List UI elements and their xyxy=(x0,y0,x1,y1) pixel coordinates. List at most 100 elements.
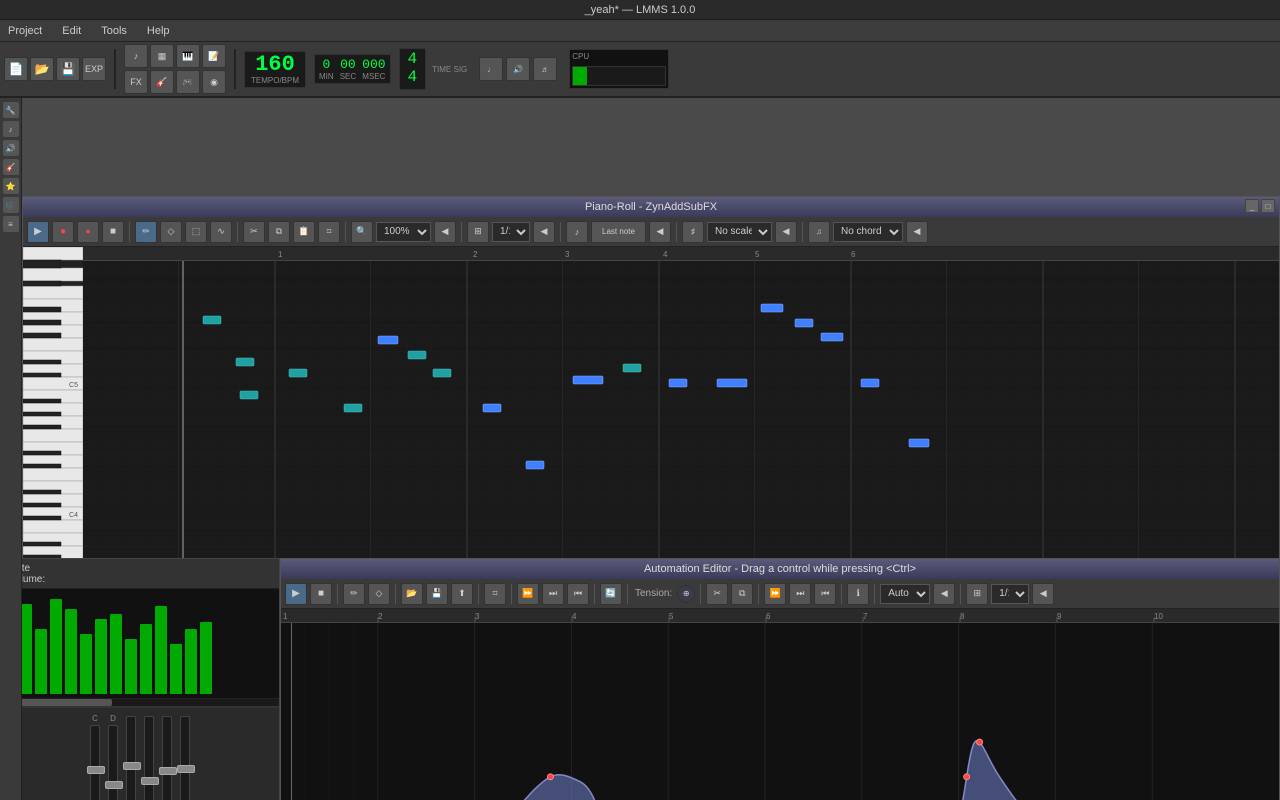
vol-scrollbar[interactable] xyxy=(1,699,279,707)
pr-glue-btn[interactable]: ⌗ xyxy=(318,221,340,243)
pr-quantize-dec[interactable]: ◀ xyxy=(533,221,555,243)
open-project-btn[interactable]: 📂 xyxy=(30,57,54,81)
volume-bars-area[interactable] xyxy=(1,589,279,699)
auto-copy-btn[interactable]: ⧉ xyxy=(731,583,753,605)
note-grid[interactable]: 1 2 3 4 5 6 xyxy=(83,247,1279,575)
pr-chord-select[interactable]: No chord Major Minor xyxy=(833,222,903,242)
timesig-display[interactable]: 4 4 xyxy=(399,48,427,89)
project-notes-btn[interactable]: 📝 xyxy=(202,44,226,68)
master-pitch[interactable]: ♬ xyxy=(533,57,557,81)
automation-graph[interactable] xyxy=(281,623,1279,800)
pr-last-note-btn[interactable]: Last note xyxy=(591,221,646,243)
pr-zoom-btn[interactable]: 🔍 xyxy=(351,221,373,243)
timesig-label: TIME SIG xyxy=(432,65,467,74)
grid-area[interactable] xyxy=(83,261,1279,575)
window-maximize-btn[interactable]: □ xyxy=(1261,199,1275,213)
auto-start-btn[interactable]: ⏮ xyxy=(567,583,589,605)
sidebar-icon-5[interactable]: ⭐ xyxy=(3,178,19,194)
pr-select-btn[interactable]: ⬚ xyxy=(185,221,207,243)
fader-handle-0[interactable] xyxy=(87,766,105,774)
song-editor-btn[interactable]: ♪ xyxy=(124,44,148,68)
window-minimize-btn[interactable]: _ xyxy=(1245,199,1259,213)
pr-copy-btn[interactable]: ⧉ xyxy=(268,221,290,243)
sidebar-icon-4[interactable]: 🎸 xyxy=(3,159,19,175)
sidebar-icon-3[interactable]: 🔊 xyxy=(3,140,19,156)
fader-handle-2[interactable] xyxy=(123,762,141,770)
auto-quantize-select[interactable]: 1/16 1/8 1/4 xyxy=(991,584,1029,604)
auto-mode-select[interactable]: Auto Linear Cubic xyxy=(880,584,930,604)
fader-track-5[interactable] xyxy=(180,716,190,800)
auto-forward2-btn[interactable]: ⏩ xyxy=(764,583,786,605)
beat-bassline-btn[interactable]: ▦ xyxy=(150,44,174,68)
auto-start2-btn[interactable]: ⏮ xyxy=(814,583,836,605)
auto-export-btn[interactable]: ⬆ xyxy=(451,583,473,605)
pr-stop-btn[interactable]: ■ xyxy=(102,221,124,243)
controllers-btn[interactable]: 🎮 xyxy=(176,70,200,94)
auto-paste-btn[interactable]: ⌗ xyxy=(484,583,506,605)
auto-info-btn[interactable]: ℹ xyxy=(847,583,869,605)
pr-scale-select[interactable]: No scale Major Minor xyxy=(707,222,772,242)
sidebar-icon-2[interactable]: ♪ xyxy=(3,121,19,137)
fx-mixer-btn[interactable]: FX xyxy=(124,70,148,94)
auto-cut-btn[interactable]: ✂ xyxy=(706,583,728,605)
fader-track-1[interactable] xyxy=(108,725,118,800)
pr-erase-btn[interactable]: ◇ xyxy=(160,221,182,243)
menu-tools[interactable]: Tools xyxy=(97,23,131,39)
toolbar-mode-buttons: ♪ ▦ 🎹 📝 FX 🎸 🎮 ◉ xyxy=(124,44,226,94)
menu-help[interactable]: Help xyxy=(143,23,174,39)
instruments-btn[interactable]: 🎸 xyxy=(150,70,174,94)
pr-zoom-dec[interactable]: ◀ xyxy=(434,221,456,243)
auto-erase-btn[interactable]: ◇ xyxy=(368,583,390,605)
fader-handle-3[interactable] xyxy=(141,777,159,785)
volume-control[interactable]: 🔊 xyxy=(506,57,530,81)
export-btn[interactable]: EXP xyxy=(82,57,106,81)
sidebar-icon-7[interactable]: ≡ xyxy=(3,216,19,232)
fader-handle-5[interactable] xyxy=(177,765,195,773)
pr-record-play-btn[interactable]: ⏺ xyxy=(77,221,99,243)
menu-project[interactable]: Project xyxy=(4,23,46,39)
pr-zoom-select[interactable]: 100% 200% 50% xyxy=(376,222,431,242)
auto-open-btn[interactable]: 📂 xyxy=(401,583,423,605)
sidebar-icon-6[interactable]: 🎼 xyxy=(3,197,19,213)
save-project-btn[interactable]: 💾 xyxy=(56,57,80,81)
vol-bar-11 xyxy=(170,644,182,694)
new-project-btn[interactable]: 📄 xyxy=(4,57,28,81)
pr-last-note-dec[interactable]: ◀ xyxy=(649,221,671,243)
fader-track-0[interactable] xyxy=(90,725,100,800)
auto-stop-btn[interactable]: ■ xyxy=(310,583,332,605)
fader-handle-1[interactable] xyxy=(105,781,123,789)
pr-cut-btn[interactable]: ✂ xyxy=(243,221,265,243)
piano-keyboard[interactable]: // This will be rendered inline xyxy=(23,247,83,575)
menu-edit[interactable]: Edit xyxy=(58,23,85,39)
sidebar-icon-1[interactable]: 🔧 xyxy=(3,102,19,118)
pr-draw-btn[interactable]: ✏ xyxy=(135,221,157,243)
fader-track-4[interactable] xyxy=(162,716,172,800)
auto-end-btn[interactable]: ⏭ xyxy=(542,583,564,605)
auto-forward-btn[interactable]: ⏩ xyxy=(517,583,539,605)
pr-paste-btn[interactable]: 📋 xyxy=(293,221,315,243)
fader-track-3[interactable] xyxy=(144,716,154,800)
auto-loop-btn[interactable]: 🔄 xyxy=(600,583,622,605)
pr-scale-dec[interactable]: ◀ xyxy=(775,221,797,243)
auto-play-btn[interactable]: ▶ xyxy=(285,583,307,605)
pr-play-btn[interactable]: ▶ xyxy=(27,221,49,243)
visualization-btn[interactable]: ◉ xyxy=(202,70,226,94)
metronome-btn[interactable]: ♩ xyxy=(479,57,503,81)
pr-detuning-btn[interactable]: ∿ xyxy=(210,221,232,243)
piano-roll-btn[interactable]: 🎹 xyxy=(176,44,200,68)
vol-bar-9 xyxy=(140,624,152,694)
auto-mode-dec[interactable]: ◀ xyxy=(933,583,955,605)
fader-track-2[interactable] xyxy=(126,716,136,800)
tempo-display[interactable]: 160 TEMPO/BPM xyxy=(244,51,306,88)
pr-quantize-select[interactable]: 1/16 1/8 1/4 xyxy=(492,222,530,242)
fader-handle-4[interactable] xyxy=(159,767,177,775)
auto-save-btn[interactable]: 💾 xyxy=(426,583,448,605)
auto-end2-btn[interactable]: ⏭ xyxy=(789,583,811,605)
pr-record-btn[interactable]: ● xyxy=(52,221,74,243)
tension-knob[interactable]: ⊕ xyxy=(677,585,695,603)
auto-quantize-dec[interactable]: ◀ xyxy=(1032,583,1054,605)
auto-draw-btn[interactable]: ✏ xyxy=(343,583,365,605)
automation-content[interactable]: 1 2 3 4 5 6 7 8 9 10 xyxy=(281,609,1279,800)
pr-chord-dec[interactable]: ◀ xyxy=(906,221,928,243)
pr-quantize-icon[interactable]: ⊞ xyxy=(467,221,489,243)
